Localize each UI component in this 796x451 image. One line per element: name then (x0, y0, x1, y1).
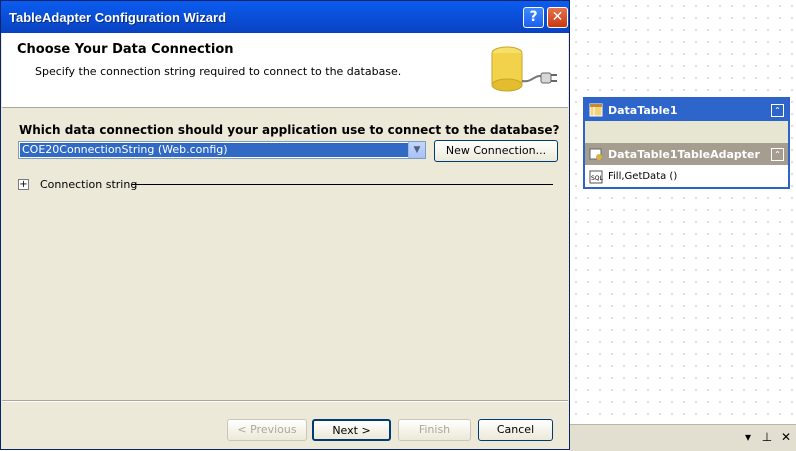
tableadapter-query: Fill,GetData () (608, 171, 678, 182)
pin-icon[interactable]: ⊥ (759, 429, 775, 445)
sql-query-icon: SQL (589, 170, 604, 184)
dialog-title: TableAdapter Configuration Wizard (9, 10, 227, 25)
next-button[interactable]: Next > (312, 419, 391, 441)
dialog-title-bar[interactable]: TableAdapter Configuration Wizard ? ✕ (1, 1, 569, 33)
previous-button[interactable]: < Previous (227, 419, 307, 441)
bottom-dock-bar: ▾ ⊥ ✕ (570, 424, 796, 451)
tableadapter-wizard-dialog: TableAdapter Configuration Wizard ? ✕ Ch… (0, 0, 570, 450)
database-plug-icon (491, 46, 557, 92)
tableadapter-title: DataTable1TableAdapter (608, 147, 760, 161)
tableadapter-query-row[interactable]: SQL Fill,GetData () (585, 166, 788, 187)
tableadapter-title-bar[interactable]: DataTable1TableAdapter ⌃ (585, 143, 788, 165)
expand-icon[interactable]: + (18, 179, 29, 190)
dropdown-icon[interactable]: ▾ (740, 429, 756, 445)
close-icon[interactable]: ✕ (778, 429, 794, 445)
close-button[interactable]: ✕ (547, 7, 568, 28)
datatable-columns-area (585, 121, 788, 143)
divider (132, 184, 553, 185)
tableadapter-icon (589, 147, 603, 161)
datatable-title: DataTable1 (608, 103, 678, 117)
page-subtitle: Specify the connection string required t… (35, 65, 402, 78)
connection-string-label: Connection string (40, 178, 138, 191)
footer-divider (2, 400, 568, 402)
connection-dropdown[interactable]: COE20ConnectionString (Web.config) ▼ (18, 141, 426, 159)
collapse-icon[interactable]: ⌃ (771, 103, 784, 117)
collapse-icon[interactable]: ⌃ (771, 147, 784, 161)
page-title: Choose Your Data Connection (17, 42, 234, 57)
wizard-header: Choose Your Data Connection Specify the … (2, 33, 568, 108)
chevron-down-icon[interactable]: ▼ (408, 142, 425, 158)
datatable-widget[interactable]: DataTable1 ⌃ DataTable1TableAdapter ⌃ SQ… (583, 97, 790, 189)
connection-question: Which data connection should your applic… (19, 123, 560, 137)
finish-button[interactable]: Finish (398, 419, 471, 441)
dataset-designer-surface[interactable] (570, 0, 796, 426)
datatable-icon (589, 103, 603, 117)
svg-text:SQL: SQL (591, 175, 603, 182)
cancel-button[interactable]: Cancel (478, 419, 553, 441)
connection-selected-value: COE20ConnectionString (Web.config) (20, 143, 408, 157)
new-connection-button[interactable]: New Connection... (434, 140, 558, 162)
datatable-title-bar[interactable]: DataTable1 ⌃ (585, 99, 788, 121)
help-button[interactable]: ? (523, 7, 544, 28)
